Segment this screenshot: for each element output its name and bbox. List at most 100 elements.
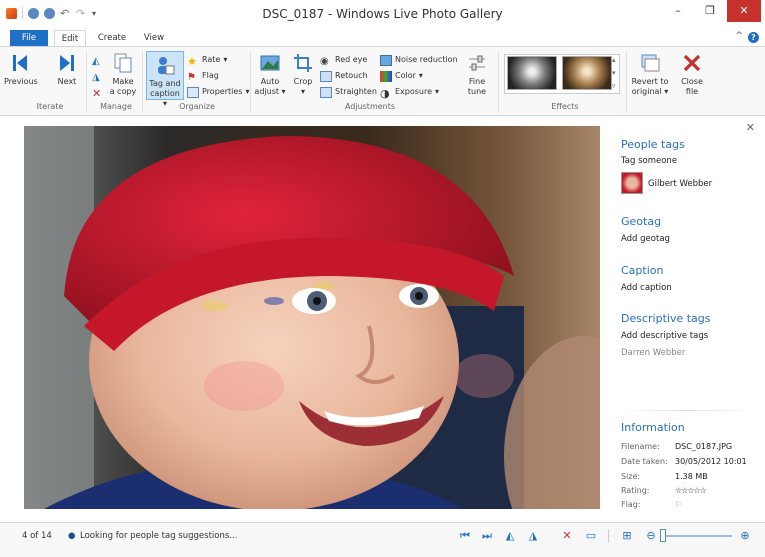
crop-icon (294, 54, 312, 72)
crop-button[interactable]: Crop ▾ (290, 52, 316, 97)
rotate-right-icon[interactable]: ◮ (526, 530, 540, 542)
zoom-in-icon[interactable]: ⊕ (738, 530, 752, 542)
ribbon: Previous Next Iterate ◭ ◮ ✕ Make a copy … (0, 46, 765, 116)
group-separator (626, 51, 627, 113)
rotate-left-icon[interactable]: ◭ (503, 530, 517, 542)
revert-to-original-button[interactable]: Revert to original ▾ (630, 52, 670, 97)
next-button[interactable]: Next (54, 52, 80, 87)
ribbon-tabs: File Edit Create View ^ ? (0, 30, 765, 46)
filename-value: DSC_0187.JPG (675, 442, 733, 451)
status-message: Looking for people tag suggestions... (80, 531, 238, 541)
fine-tune-label-2: tune (467, 87, 487, 96)
person-avatar[interactable] (621, 172, 643, 194)
previous-photo-icon[interactable]: ⏮ (458, 530, 472, 542)
straighten-button[interactable]: Straighten (320, 85, 377, 99)
rotate-right-icon: ◮ (92, 71, 100, 83)
zoom-slider-thumb[interactable] (660, 529, 666, 542)
color-icon (380, 70, 392, 82)
group-label-effects: Effects (551, 102, 579, 111)
next-icon (60, 55, 74, 71)
close-file-label-2: file (685, 87, 699, 96)
previous-icon (13, 55, 27, 71)
fine-tune-button[interactable]: Fine tune (462, 52, 492, 97)
actual-size-icon[interactable]: ⊞ (620, 530, 634, 542)
auto-adjust-label-1: Auto (260, 77, 280, 86)
red-eye-button[interactable]: ◉ Red eye (320, 53, 367, 67)
status-separator (608, 529, 609, 543)
flag-button[interactable]: ⚑ Flag (187, 69, 219, 83)
straighten-label: Straighten (335, 87, 377, 96)
tag-someone-link[interactable]: Tag someone (621, 156, 677, 166)
tab-view[interactable]: View (138, 30, 170, 46)
close-pane-icon[interactable]: ✕ (746, 121, 755, 134)
info-size: Size: 1.38 MB (621, 472, 708, 481)
caption-heading: Caption (621, 264, 664, 277)
effects-scroll[interactable]: ▴ ▾ ▿ (612, 54, 616, 94)
noise-reduction-button[interactable]: Noise reduction (380, 53, 458, 67)
exposure-button[interactable]: ◑ Exposure ▾ (380, 85, 439, 100)
information-heading: Information (621, 421, 685, 434)
group-separator (250, 51, 251, 113)
red-eye-label: Red eye (335, 55, 368, 64)
color-button[interactable]: Color ▾ (380, 69, 423, 83)
person-tag-name[interactable]: Gilbert Webber (648, 179, 712, 189)
slideshow-icon[interactable]: ▭ (584, 530, 598, 542)
close-file-icon (683, 54, 701, 72)
effect-black-white[interactable] (507, 56, 557, 90)
rating-stars[interactable]: ☆☆☆☆☆ (675, 486, 707, 495)
auto-adjust-button[interactable]: Auto adjust ▾ (254, 52, 286, 97)
sliders-icon (469, 55, 485, 71)
add-caption-link[interactable]: Add caption (621, 283, 672, 293)
rotate-right-button[interactable]: ◮ (92, 69, 104, 83)
info-pane: ✕ People tags Tag someone Gilbert Webber… (612, 117, 765, 522)
help-icon[interactable]: ? (748, 32, 759, 43)
effect-sepia[interactable] (562, 56, 612, 90)
properties-label: Properties (202, 87, 243, 96)
minimize-button[interactable]: – (663, 0, 693, 22)
size-key: Size: (621, 472, 641, 481)
tag-and-caption-button[interactable]: Tag and caption ▾ (146, 51, 184, 108)
revert-icon (641, 54, 660, 72)
tab-edit[interactable]: Edit (54, 30, 86, 46)
make-copy-label-2: a copy (109, 87, 137, 96)
previous-button[interactable]: Previous (4, 52, 38, 87)
info-flag: Flag: ⚐ (621, 500, 682, 509)
add-descriptive-tags-link[interactable]: Add descriptive tags (621, 331, 708, 341)
group-label-iterate: Iterate (36, 102, 64, 111)
descriptive-tag[interactable]: Darren Webber (621, 348, 685, 358)
close-file-button[interactable]: Close file (678, 52, 706, 97)
add-geotag-link[interactable]: Add geotag (621, 234, 670, 244)
next-photo-icon[interactable]: ⏭ (480, 530, 494, 542)
divider (621, 410, 751, 411)
delete-button[interactable]: ✕ (92, 85, 104, 100)
copy-icon (114, 53, 132, 73)
fine-tune-label-1: Fine (468, 77, 486, 86)
tab-create[interactable]: Create (92, 30, 132, 46)
retouch-button[interactable]: Retouch (320, 69, 368, 83)
title-bar: ↶ ↷ ▾ DSC_0187 - Windows Live Photo Gall… (0, 0, 765, 28)
tag-caption-label-1: Tag and (149, 79, 181, 88)
scroll-down-icon[interactable]: ▾ (612, 67, 616, 79)
restore-button[interactable]: ❐ (695, 0, 725, 22)
make-a-copy-button[interactable]: Make a copy (108, 52, 138, 97)
auto-adjust-icon (260, 55, 280, 71)
window-title: DSC_0187 - Windows Live Photo Gallery (262, 7, 503, 21)
group-separator (142, 51, 143, 113)
red-eye-icon: ◉ (320, 55, 329, 67)
close-window-button[interactable]: ✕ (727, 0, 761, 22)
scroll-up-icon[interactable]: ▴ (612, 54, 616, 66)
zoom-out-icon[interactable]: ⊖ (644, 530, 658, 542)
expand-gallery-icon[interactable]: ▿ (612, 80, 616, 92)
info-filename: Filename: DSC_0187.JPG (621, 442, 732, 451)
tab-file[interactable]: File (10, 30, 48, 46)
rotate-left-icon: ◭ (92, 55, 100, 67)
collapse-ribbon-icon[interactable]: ^ (735, 31, 743, 41)
rate-button[interactable]: ★ Rate ▾ (187, 53, 227, 68)
zoom-slider[interactable] (660, 535, 732, 537)
delete-photo-icon[interactable]: ✕ (560, 530, 574, 542)
photo[interactable] (24, 126, 600, 509)
rotate-left-button[interactable]: ◭ (92, 53, 104, 67)
properties-button[interactable]: Properties ▾ (187, 85, 249, 99)
flag-toggle-icon[interactable]: ⚐ (675, 500, 682, 509)
date-value: 30/05/2012 10:01 (675, 457, 747, 466)
